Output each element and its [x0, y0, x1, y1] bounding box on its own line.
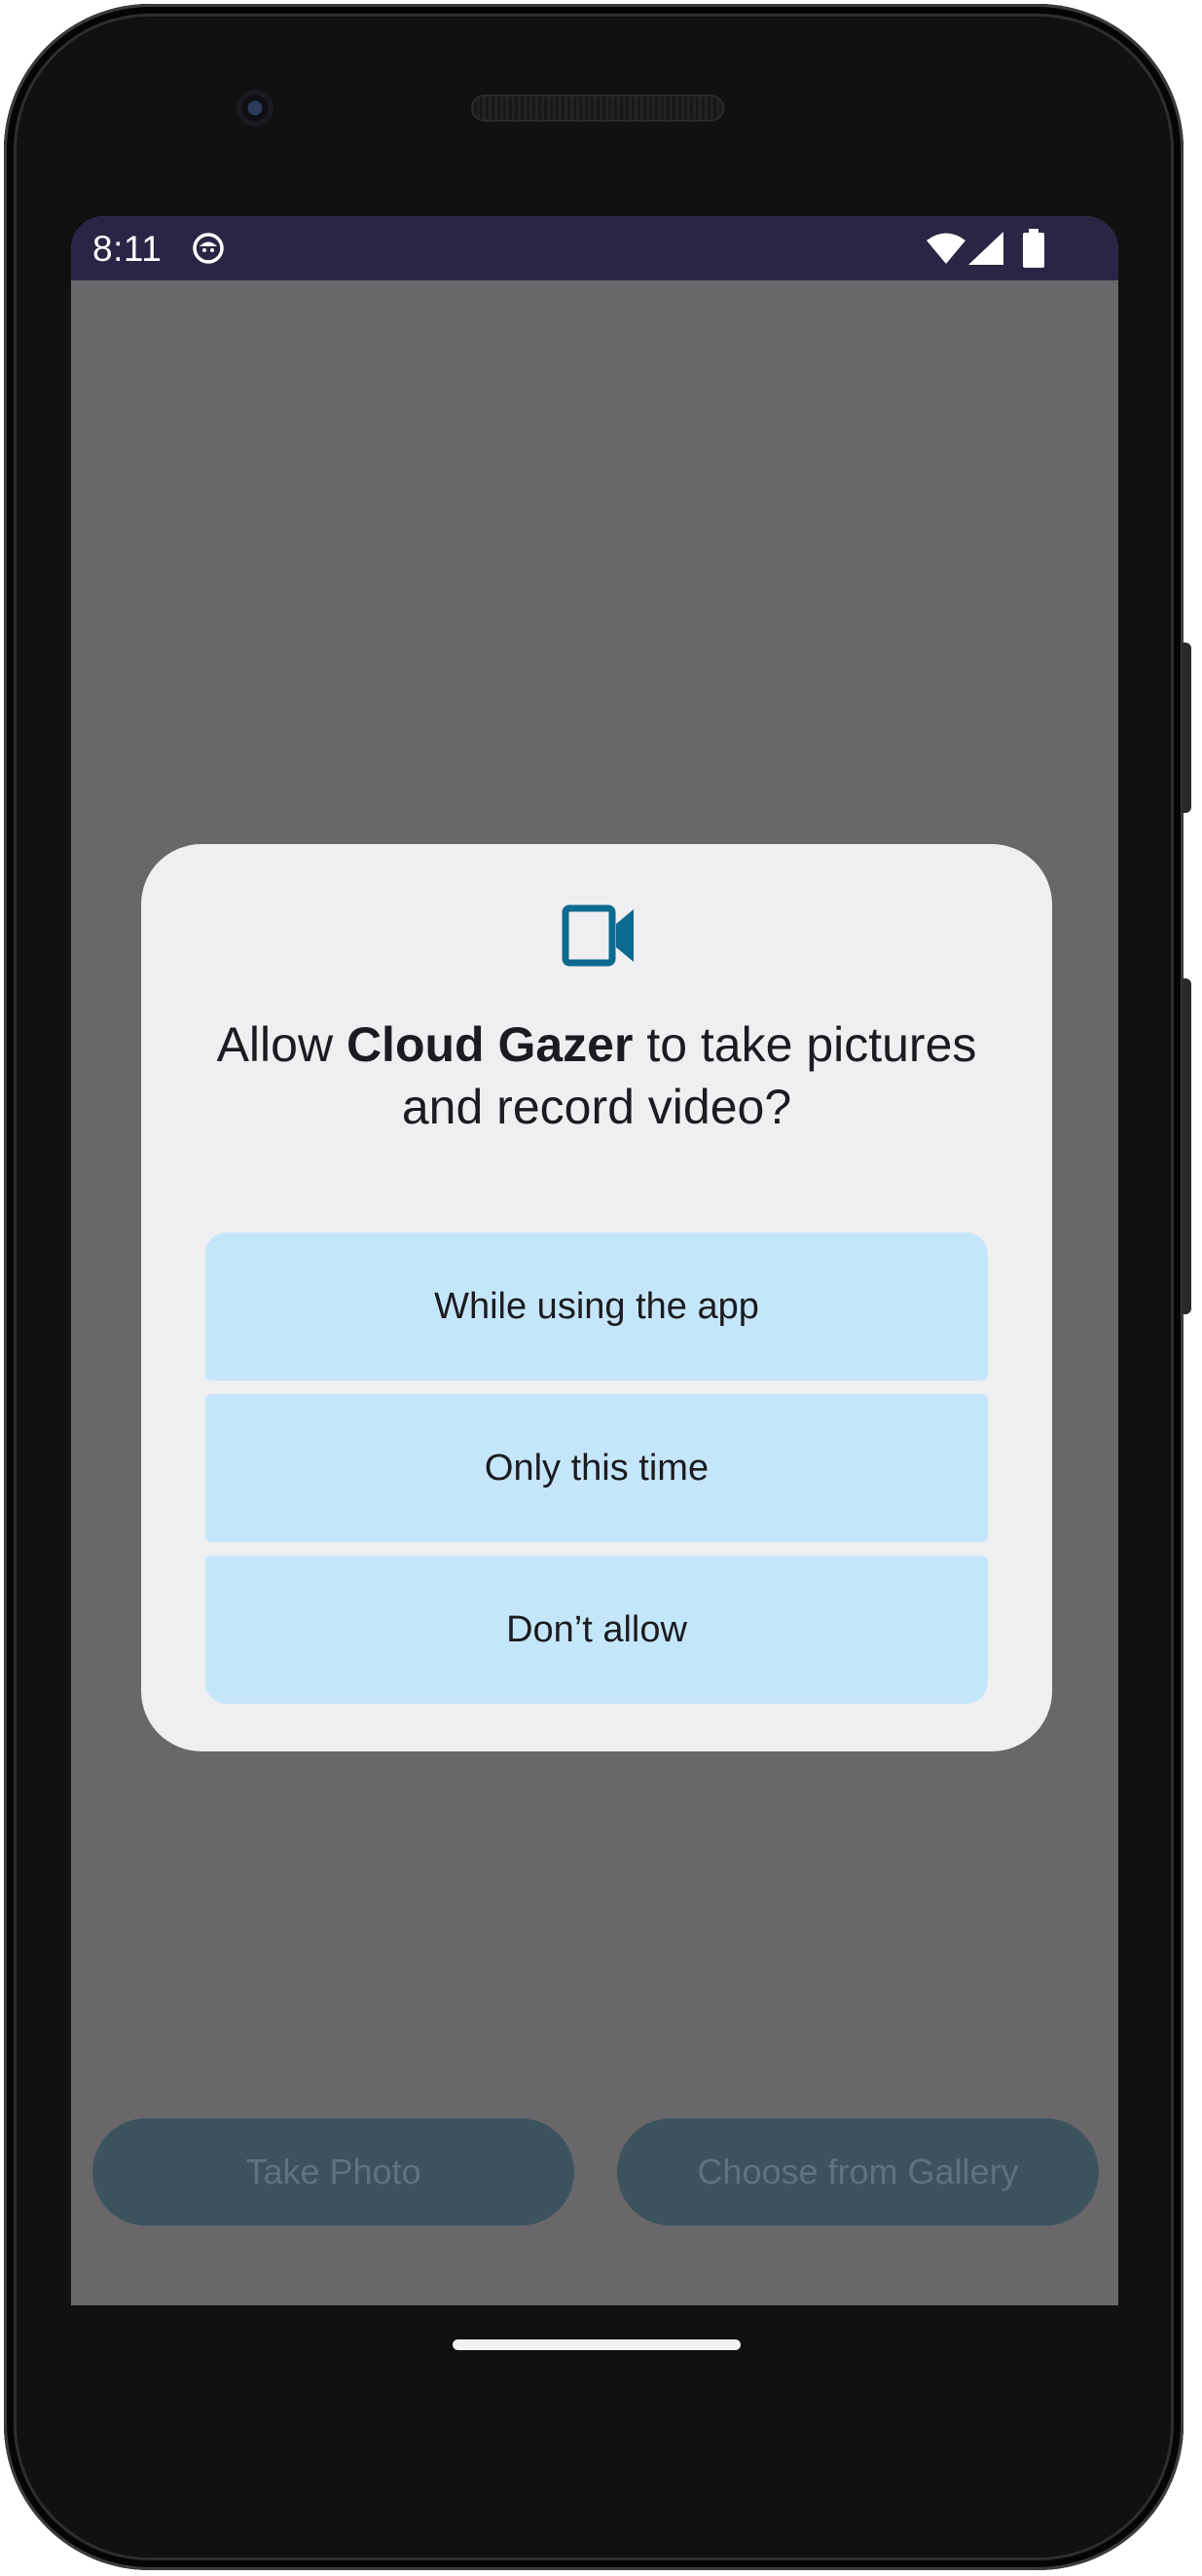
earpiece-speaker	[471, 94, 724, 122]
dialog-title: Allow Cloud Gazer to take pictures and r…	[180, 1013, 1013, 1138]
video-camera-icon	[562, 904, 634, 967]
home-indicator[interactable]	[453, 2339, 741, 2350]
android-face-icon	[193, 233, 224, 264]
choose-from-gallery-button[interactable]: Choose from Gallery	[617, 2118, 1099, 2226]
only-this-time-button[interactable]: Only this time	[205, 1394, 988, 1542]
title-prefix: Allow	[216, 1017, 346, 1072]
battery-icon	[1023, 229, 1044, 268]
status-bar: 8:11	[71, 216, 1118, 280]
take-photo-button[interactable]: Take Photo	[92, 2118, 574, 2226]
volume-rocker	[1182, 978, 1191, 1314]
screen: 8:11 Take Photo Choose from Gallery Allo…	[71, 216, 1118, 2305]
permission-dialog: Allow Cloud Gazer to take pictures and r…	[141, 844, 1052, 1751]
status-time: 8:11	[92, 229, 163, 269]
power-button	[1182, 643, 1191, 813]
wifi-icon	[927, 233, 965, 264]
while-using-app-button[interactable]: While using the app	[205, 1233, 988, 1380]
cell-signal-icon	[968, 232, 1003, 265]
app-name: Cloud Gazer	[346, 1017, 634, 1072]
front-camera	[237, 90, 273, 127]
phone-frame: 8:11 Take Photo Choose from Gallery Allo…	[4, 4, 1184, 2570]
dont-allow-button[interactable]: Don’t allow	[205, 1556, 988, 1704]
